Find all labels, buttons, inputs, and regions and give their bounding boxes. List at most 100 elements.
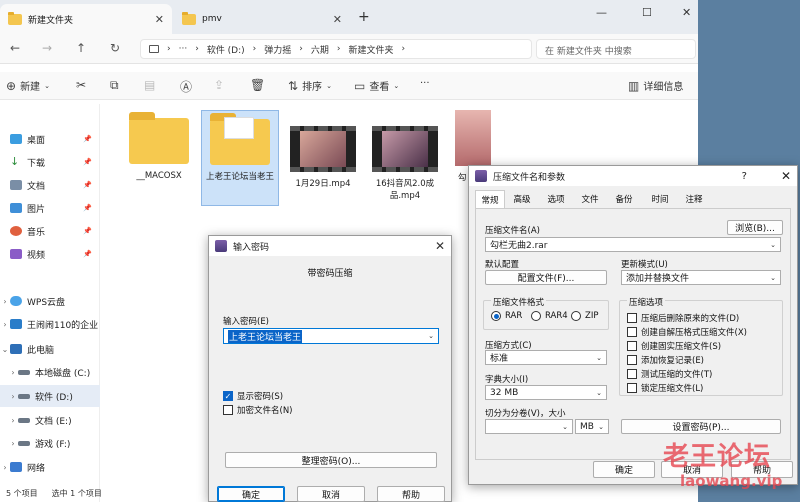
- pin-icon: 📌: [83, 227, 92, 235]
- chevron-right-icon[interactable]: ›: [8, 368, 18, 377]
- sidebar-item-wps-cloud[interactable]: › WPS云盘: [0, 290, 100, 312]
- sidebar-item-this-pc[interactable]: ⌄ 此电脑: [0, 338, 100, 360]
- cancel-button[interactable]: 取消: [297, 486, 365, 502]
- method-select[interactable]: 标准 ⌄: [485, 350, 607, 365]
- close-icon[interactable]: ✕: [781, 169, 791, 183]
- chevron-down-icon[interactable]: ⌄: [428, 332, 434, 340]
- ok-button[interactable]: 确定: [593, 461, 655, 478]
- back-button[interactable]: ←: [10, 41, 20, 55]
- chevron-right-icon[interactable]: ›: [0, 463, 10, 472]
- cut-icon[interactable]: ✂: [76, 78, 86, 92]
- tab-label: 新建文件夹: [28, 15, 74, 26]
- sidebar-item-drive-f[interactable]: › 游戏 (F:): [0, 432, 100, 454]
- sidebar-item-network[interactable]: › 网络: [0, 456, 100, 478]
- encrypt-names-checkbox[interactable]: 加密文件名(N): [223, 404, 293, 416]
- update-mode-value: 添加并替换文件: [626, 274, 690, 284]
- lock-archive-checkbox[interactable]: 锁定压缩文件(L): [627, 382, 703, 394]
- sidebar-item-drive-e[interactable]: › 文档 (E:): [0, 409, 100, 431]
- minimize-button[interactable]: —: [596, 6, 607, 19]
- dialog-titlebar: 压缩文件名和参数 ? ✕: [469, 166, 797, 186]
- tab-files[interactable]: 文件: [575, 190, 605, 208]
- chevron-right-icon[interactable]: ›: [0, 320, 10, 329]
- search-input[interactable]: 在 新建文件夹 中搜索: [536, 39, 696, 59]
- split-unit-select[interactable]: MB ⌄: [575, 419, 609, 434]
- tab-new-folder[interactable]: 新建文件夹 ✕: [0, 4, 172, 34]
- sidebar-item-downloads[interactable]: ↓ 下载 📌: [0, 151, 100, 173]
- profiles-button[interactable]: 配置文件(F)...: [485, 270, 607, 285]
- breadcrumb-more[interactable]: ···: [179, 44, 188, 54]
- new-tab-button[interactable]: +: [358, 9, 370, 25]
- chevron-right-icon[interactable]: ›: [8, 439, 18, 448]
- ok-button[interactable]: 确定: [217, 486, 285, 502]
- dict-size-select[interactable]: 32 MB ⌄: [485, 385, 607, 400]
- close-tab-icon[interactable]: ✕: [333, 13, 342, 26]
- tab-comment[interactable]: 注释: [679, 190, 709, 208]
- chevron-right-icon[interactable]: ›: [8, 416, 18, 425]
- chevron-right-icon[interactable]: ›: [8, 392, 18, 401]
- sidebar-item-music[interactable]: 音乐 📌: [0, 220, 100, 242]
- sidebar-item-pictures[interactable]: 图片 📌: [0, 197, 100, 219]
- manage-passwords-button[interactable]: 整理密码(O)...: [225, 452, 437, 468]
- delete-icon[interactable]: 🗑: [250, 78, 265, 92]
- breadcrumb-item[interactable]: 弹力摇: [264, 43, 291, 56]
- tab-general[interactable]: 常规: [475, 190, 505, 208]
- show-password-checkbox[interactable]: ✓ 显示密码(S): [223, 390, 283, 402]
- copy-icon[interactable]: ⧉: [110, 78, 119, 93]
- archive-name-input[interactable]: 勾栏无曲2.rar ⌄: [485, 237, 781, 252]
- breadcrumb-item[interactable]: 软件 (D:): [207, 43, 245, 56]
- recovery-record-checkbox[interactable]: 添加恢复记录(E): [627, 354, 704, 366]
- sidebar-item-drive-d[interactable]: › 软件 (D:): [0, 385, 100, 407]
- view-button[interactable]: ▭ 查看 ⌄: [354, 78, 399, 94]
- rename-icon[interactable]: Ⓐ: [180, 78, 192, 95]
- format-zip-radio[interactable]: ZIP: [571, 311, 598, 321]
- chevron-down-icon[interactable]: ⌄: [0, 345, 10, 354]
- sidebar-item-drive-c[interactable]: › 本地磁盘 (C:): [0, 361, 100, 383]
- up-button[interactable]: ↑: [76, 41, 86, 55]
- breadcrumb-item[interactable]: 新建文件夹: [349, 43, 394, 56]
- drive-icon: [18, 440, 30, 446]
- details-button[interactable]: ▥ 详细信息: [628, 78, 684, 94]
- sidebar-item-enterprise[interactable]: › 王闹闹110的企业: [0, 313, 100, 335]
- help-button[interactable]: 帮助: [377, 486, 445, 502]
- test-files-checkbox[interactable]: 测试压缩的文件(T): [627, 368, 712, 380]
- chevron-right-icon[interactable]: ›: [0, 297, 10, 306]
- update-mode-select[interactable]: 添加并替换文件 ⌄: [621, 270, 781, 285]
- format-rar-radio[interactable]: RAR: [491, 311, 522, 321]
- sidebar-item-documents[interactable]: 文档 📌: [0, 174, 100, 196]
- more-options-button[interactable]: ···: [420, 78, 430, 89]
- close-icon[interactable]: ✕: [435, 239, 445, 253]
- share-icon[interactable]: ⇪: [214, 78, 224, 92]
- close-tab-icon[interactable]: ✕: [155, 13, 164, 26]
- close-window-button[interactable]: ✕: [682, 6, 691, 19]
- sidebar-item-label: 网络: [27, 463, 46, 474]
- new-button[interactable]: ⊕ 新建 ⌄: [6, 78, 50, 94]
- sidebar-item-videos[interactable]: 视频 📌: [0, 243, 100, 265]
- file-item[interactable]: __MACOSX: [120, 110, 198, 182]
- file-item[interactable]: 16抖音风2.0成品.mp4: [366, 110, 444, 202]
- paste-icon[interactable]: ▤: [144, 78, 155, 92]
- tab-options[interactable]: 选项: [541, 190, 571, 208]
- delete-after-checkbox[interactable]: 压缩后删除原来的文件(D): [627, 312, 739, 324]
- split-size-input[interactable]: ⌄: [485, 419, 573, 434]
- help-icon[interactable]: ?: [742, 171, 747, 182]
- sort-button[interactable]: ⇅ 排序 ⌄: [288, 78, 332, 94]
- browse-button[interactable]: 浏览(B)...: [727, 220, 783, 235]
- sidebar-item-desktop[interactable]: 桌面 📌: [0, 128, 100, 150]
- solid-checkbox[interactable]: 创建固实压缩文件(S): [627, 340, 721, 352]
- file-item[interactable]: 1月29日.mp4: [284, 110, 362, 190]
- tab-time[interactable]: 时间: [645, 190, 675, 208]
- password-input[interactable]: 上老王论坛当老王 ⌄: [223, 328, 439, 344]
- format-rar4-radio[interactable]: RAR4: [531, 311, 568, 321]
- breadcrumb-item[interactable]: 六期: [311, 43, 329, 56]
- sfx-checkbox[interactable]: 创建自解压格式压缩文件(X): [627, 326, 747, 338]
- tab-advanced[interactable]: 高级: [507, 190, 537, 208]
- breadcrumb[interactable]: › ··· › 软件 (D:) › 弹力摇 › 六期 › 新建文件夹 ›: [140, 39, 532, 59]
- tab-backup[interactable]: 备份: [609, 190, 639, 208]
- maximize-button[interactable]: ☐: [642, 6, 652, 19]
- refresh-button[interactable]: ↻: [110, 41, 120, 55]
- tab-pmv[interactable]: pmv ✕: [174, 4, 350, 34]
- forward-button[interactable]: →: [42, 41, 52, 55]
- set-password-button[interactable]: 设置密码(P)...: [621, 419, 781, 434]
- details-label: 详细信息: [643, 82, 684, 93]
- file-item-selected[interactable]: 上老王论坛当老王: [201, 110, 279, 206]
